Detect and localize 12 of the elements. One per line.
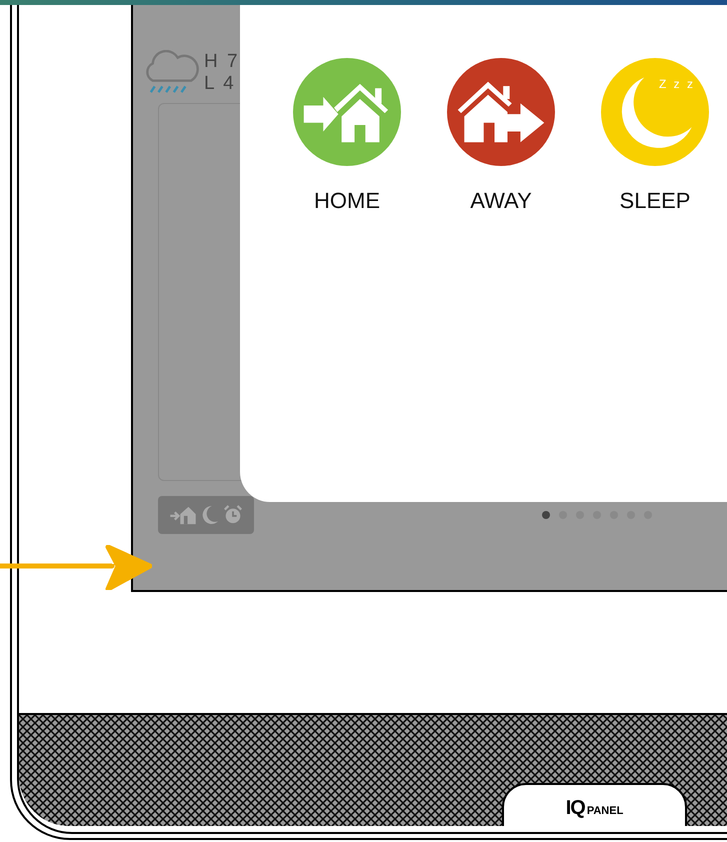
mode-label[interactable]: SLEEP bbox=[620, 190, 690, 212]
mode-label[interactable]: HOME bbox=[314, 190, 380, 212]
high-temperature: H 7 bbox=[204, 50, 240, 72]
mode-label[interactable]: AWAY bbox=[470, 190, 532, 212]
alarm-clock-icon bbox=[223, 505, 243, 525]
low-temperature: L 4 bbox=[204, 72, 237, 94]
sleep-letters: Z z z bbox=[659, 78, 695, 90]
logo-mark: IQ bbox=[566, 796, 585, 821]
moon-icon bbox=[201, 505, 219, 525]
logo-word: PANEL bbox=[586, 804, 624, 819]
arrow-house-icon bbox=[169, 505, 197, 525]
mode-shortcut-bar[interactable] bbox=[158, 496, 254, 534]
